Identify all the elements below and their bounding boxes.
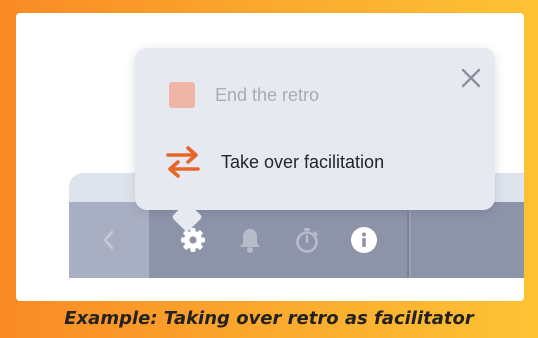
caption-text: Example: Taking over retro as facilitato…	[64, 308, 474, 329]
bell-icon	[240, 229, 260, 253]
back-button[interactable]	[69, 202, 149, 278]
stopwatch-icon	[296, 228, 318, 253]
end-retro-label: End the retro	[215, 84, 320, 105]
screenshot-card: End the retro Take over facilitation	[16, 13, 524, 301]
take-over-facilitation-label: Take over facilitation	[221, 151, 385, 172]
stop-square-icon	[169, 82, 195, 108]
swap-arrows-icon	[166, 146, 200, 178]
info-button[interactable]	[350, 226, 378, 254]
info-icon	[351, 227, 377, 253]
chevron-left-icon	[103, 230, 114, 250]
retro-toolbar	[69, 202, 524, 278]
close-button[interactable]	[459, 66, 483, 90]
timer-button[interactable]	[293, 226, 321, 254]
toolbar-divider	[409, 202, 411, 278]
notifications-button[interactable]	[236, 226, 264, 254]
take-over-facilitation-menu-item[interactable]: Take over facilitation	[165, 144, 384, 180]
settings-popover: End the retro Take over facilitation	[135, 48, 495, 233]
gear-icon	[181, 228, 205, 252]
end-retro-menu-item[interactable]: End the retro	[165, 82, 319, 108]
close-icon	[461, 68, 481, 88]
settings-button[interactable]	[179, 226, 207, 254]
